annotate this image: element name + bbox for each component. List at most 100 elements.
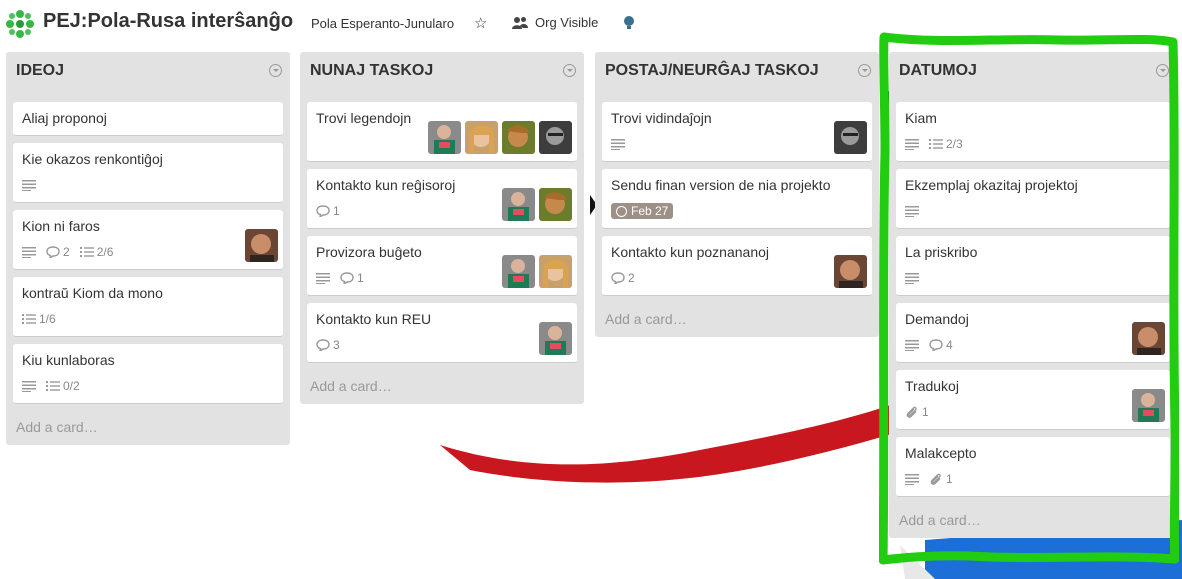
card[interactable]: Tradukoj 1 (896, 370, 1170, 430)
card[interactable]: Kiam 2/3 (896, 102, 1170, 162)
card[interactable]: Trovi legendojn (307, 102, 577, 162)
add-card-button[interactable]: Add a card… (595, 303, 879, 337)
card[interactable]: Kontakto kun REU 3 (307, 303, 577, 363)
comments-badge: 2 (46, 245, 70, 259)
add-card-button[interactable]: Add a card… (6, 411, 290, 445)
card[interactable]: La priskribo (896, 236, 1170, 296)
checklist-progress: 1/6 (39, 312, 56, 326)
checklist-icon (929, 139, 943, 149)
card[interactable]: Kion ni faros 2 2/6 (13, 210, 283, 270)
board-title[interactable]: PEJ:Pola-Rusa interŝanĝo (43, 10, 293, 33)
star-icon[interactable]: ☆ (474, 14, 487, 32)
card[interactable]: Kie okazos renkontiĝoj (13, 143, 283, 203)
description-lines-icon (905, 273, 919, 284)
card[interactable]: Kontakto kun reĝisoroj 1 (307, 169, 577, 229)
card-badges: 2/3 (905, 135, 1161, 153)
visibility-button[interactable]: Org Visible (512, 15, 598, 30)
people-icon (512, 16, 528, 29)
checklist-badge: 0/2 (46, 379, 80, 393)
card[interactable]: kontraŭ Kiom da mono 1/6 (13, 277, 283, 337)
card-title: La priskribo (905, 244, 978, 260)
member-avatar[interactable] (428, 121, 461, 154)
member-avatar[interactable] (465, 121, 498, 154)
list-menu-icon[interactable] (269, 64, 282, 77)
list-menu-icon[interactable] (563, 64, 576, 77)
description-badge (611, 138, 625, 150)
add-card-button[interactable]: Add a card… (300, 370, 584, 404)
attachments-badge: 1 (905, 405, 929, 419)
card-title: Demandoj (905, 311, 969, 327)
list-header: IDEOJ (6, 52, 290, 102)
card-container: Kiam 2/3 Ekzemplaj okazitaj projektoj La pr… (889, 102, 1177, 497)
checklist-icon (22, 314, 36, 324)
description-lines-icon (905, 139, 919, 150)
list-title[interactable]: POSTAJ/NEURĜAJ TASKOJ (605, 62, 819, 80)
paperclip-icon (930, 473, 941, 485)
member-avatar[interactable] (502, 188, 535, 221)
attachment-count: 1 (946, 472, 953, 486)
description-lines-icon (905, 474, 919, 485)
comment-bubble-icon (316, 339, 330, 351)
card-title: Tradukoj (905, 378, 959, 394)
card-badges (611, 135, 863, 153)
list-menu-icon[interactable] (1156, 64, 1169, 77)
card[interactable]: Demandoj 4 (896, 303, 1170, 363)
paperclip-icon (906, 406, 917, 418)
card-members (1128, 389, 1165, 422)
card-title: kontraŭ Kiom da mono (22, 285, 163, 301)
member-avatar[interactable] (1132, 322, 1165, 355)
list-title[interactable]: IDEOJ (16, 62, 64, 80)
card[interactable]: Aliaj proponoj (13, 102, 283, 136)
add-card-button[interactable]: Add a card… (889, 504, 1177, 538)
description-badge (316, 272, 330, 284)
comment-bubble-icon (340, 272, 354, 284)
comment-bubble-icon (46, 246, 60, 258)
card-title: Ekzemplaj okazitaj projektoj (905, 177, 1078, 193)
checklist-icon (46, 381, 60, 391)
card-badges (905, 202, 1161, 220)
list-header: NUNAJ TASKOJ (300, 52, 584, 102)
card[interactable]: Ekzemplaj okazitaj projektoj (896, 169, 1170, 229)
card-title: Aliaj proponoj (22, 110, 107, 126)
checklist-badge: 2/6 (79, 245, 113, 259)
list-menu-icon[interactable] (858, 64, 871, 77)
description-badge (905, 205, 919, 217)
attachment-count: 1 (922, 405, 929, 419)
board-header: PEJ:Pola-Rusa interŝanĝo Pola Esperanto-… (0, 0, 1182, 48)
member-avatar[interactable] (539, 255, 572, 288)
card[interactable]: Kontakto kun poznananoj 2 (602, 236, 872, 296)
member-avatar[interactable] (834, 255, 867, 288)
description-badge (905, 138, 919, 150)
card[interactable]: Trovi vidindaĵojn (602, 102, 872, 162)
comment-count: 2 (628, 271, 635, 285)
comments-badge: 1 (316, 204, 340, 218)
list-postaj-taskoj: POSTAJ/NEURĜAJ TASKOJ Trovi vidindaĵojn Se… (595, 52, 879, 337)
card-title: Kion ni faros (22, 218, 100, 234)
due-date-badge: Feb 27 (611, 203, 674, 219)
description-lines-icon (905, 206, 919, 217)
card[interactable]: Sendu finan version de nia projekto Feb 2… (602, 169, 872, 229)
card[interactable]: Kiu kunlaboras 0/2 (13, 344, 283, 404)
list-header: DATUMOJ (889, 52, 1177, 102)
checklist-progress: 2/3 (946, 137, 963, 151)
attachments-badge: 1 (929, 472, 953, 486)
card-badges: 2 2/6 (22, 243, 274, 261)
member-avatar[interactable] (1132, 389, 1165, 422)
card[interactable]: Malakcepto 1 (896, 437, 1170, 497)
description-badge (905, 473, 919, 485)
organization-link[interactable]: Pola Esperanto-Junularo (311, 16, 454, 31)
list-title[interactable]: NUNAJ TASKOJ (310, 62, 433, 80)
card-badges: 1/6 (22, 310, 274, 328)
card-members (241, 229, 278, 262)
card[interactable]: Provizora buĝeto 1 (307, 236, 577, 296)
member-avatar[interactable] (539, 188, 572, 221)
member-avatar[interactable] (539, 322, 572, 355)
member-avatar[interactable] (502, 121, 535, 154)
member-avatar[interactable] (539, 121, 572, 154)
lightbulb-icon[interactable] (623, 15, 635, 31)
member-avatar[interactable] (502, 255, 535, 288)
list-title[interactable]: DATUMOJ (899, 62, 977, 80)
member-avatar[interactable] (834, 121, 867, 154)
member-avatar[interactable] (245, 229, 278, 262)
description-lines-icon (22, 381, 36, 392)
